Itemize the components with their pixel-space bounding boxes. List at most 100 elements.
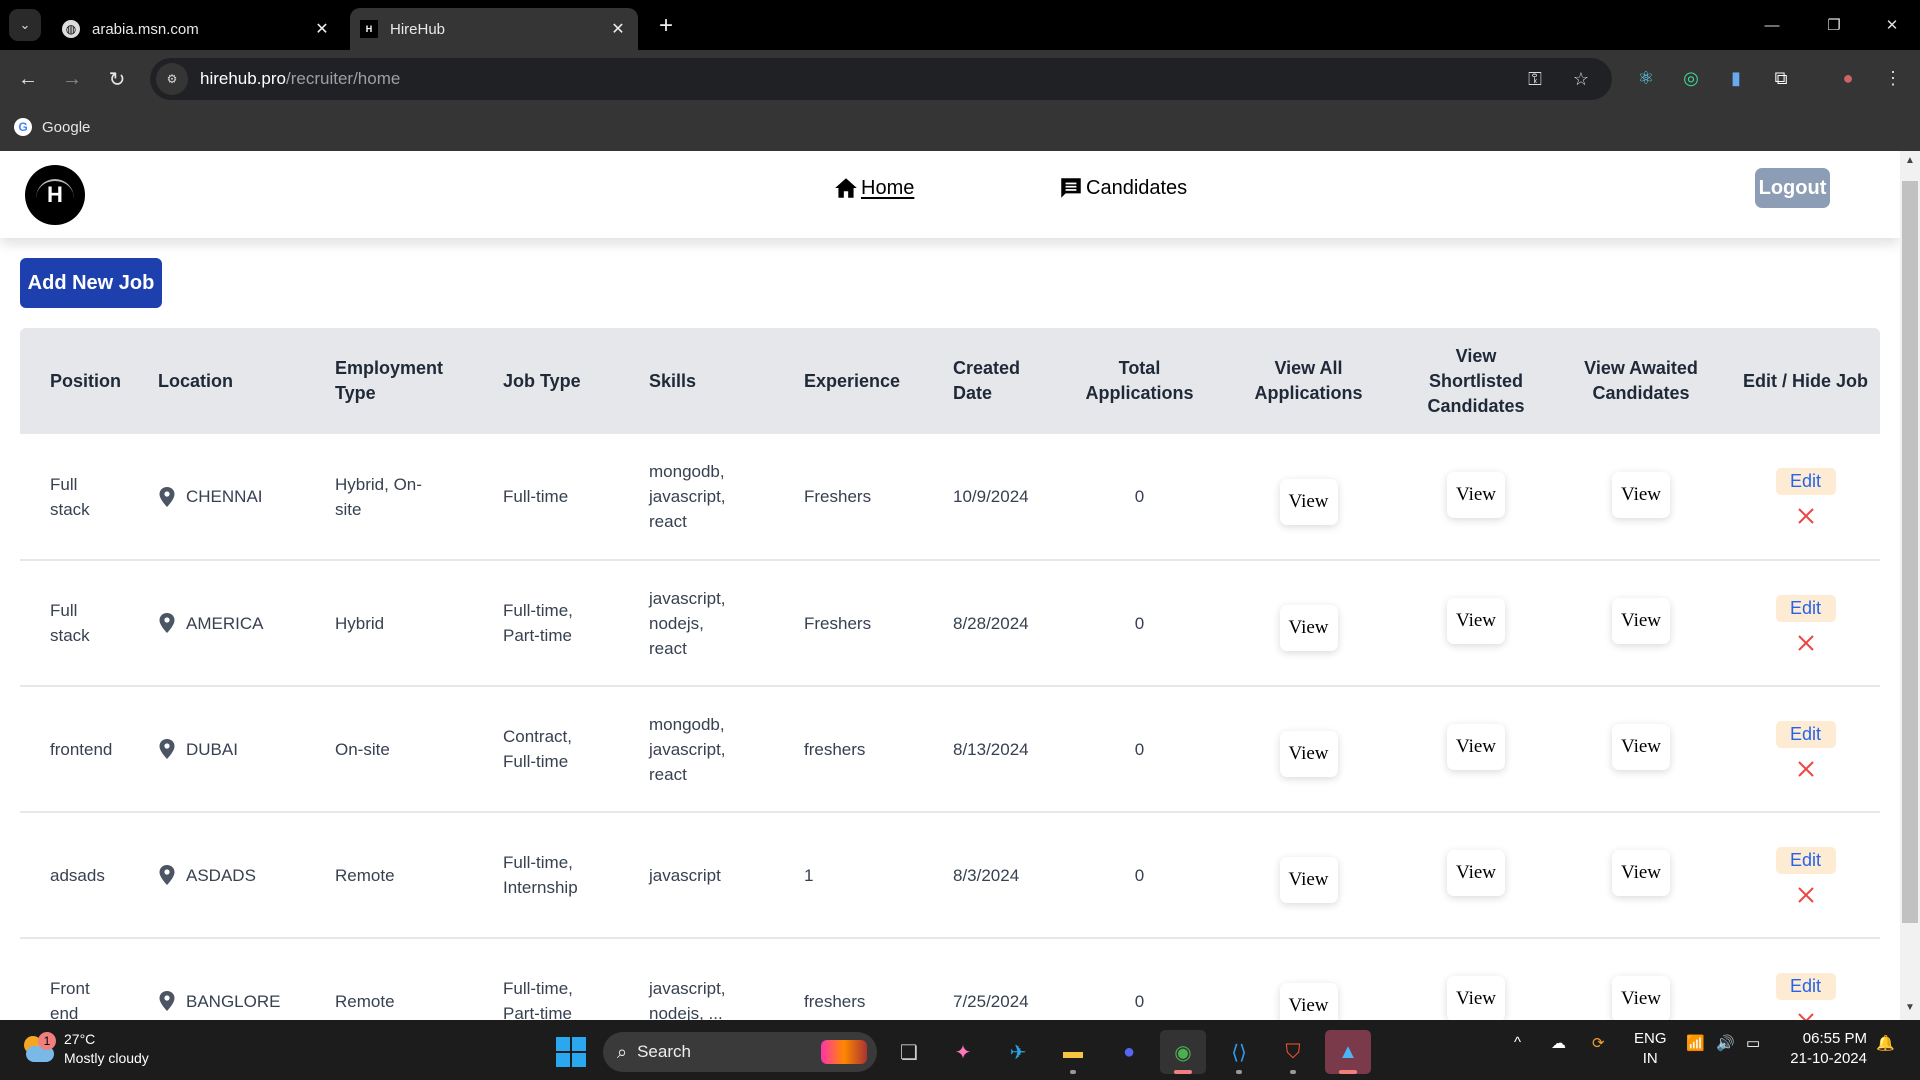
view-shortlisted-button[interactable]: View [1447,724,1505,770]
password-key-icon[interactable]: ⚿ [1520,64,1550,94]
browser-toolbar: ← → ↻ ⚙ hirehub.pro/recruiter/home ⚿ ☆ ⚛… [0,50,1920,108]
view-all-applications-button[interactable]: View [1279,605,1338,651]
sync-icon[interactable]: ⟳ [1592,1034,1605,1052]
cell-position: frontend [20,686,148,813]
battery-icon[interactable]: ▭ [1746,1034,1760,1052]
col-edit-hide: Edit / Hide Job [1742,370,1868,391]
close-window-button[interactable]: ✕ [1872,10,1912,40]
view-awaited-button[interactable]: View [1612,724,1670,770]
clock[interactable]: 06:55 PM 21-10-2024 [1775,1029,1867,1069]
new-tab-button[interactable]: + [652,12,680,40]
hirehub-logo[interactable]: H [25,165,85,225]
tray-overflow-icon[interactable]: ^ [1514,1034,1521,1051]
view-shortlisted-button[interactable]: View [1447,850,1505,896]
cell-location: AMERICA [148,560,325,687]
page-scrollbar[interactable]: ▲ ▼ [1900,151,1920,1020]
weather-widget[interactable]: 1 27°C Mostly cloudy [22,1030,149,1068]
edit-job-button[interactable]: Edit [1775,594,1836,622]
add-new-job-button[interactable]: Add New Job [20,258,162,308]
cell-total-applications: 0 [1063,812,1216,939]
react-devtools-icon[interactable]: ⚛ [1631,63,1661,93]
forward-button[interactable]: → [56,63,88,95]
nav-home-link[interactable]: Home [833,175,914,201]
search-icon: ⌕ [617,1041,628,1062]
cell-job-type: Full-time, Internship [493,812,639,939]
windows-start-icon[interactable] [556,1037,586,1067]
address-bar[interactable]: ⚙ hirehub.pro/recruiter/home ⚿ ☆ [150,58,1612,100]
site-info-icon[interactable]: ⚙ [156,63,188,95]
cell-employment-type: On-site [325,686,493,813]
chrome-menu-icon[interactable]: ⋮ [1878,63,1908,93]
hide-job-x-icon[interactable] [1797,634,1815,652]
discord-icon[interactable]: ● [1106,1030,1152,1074]
wifi-icon[interactable]: 📶 [1686,1034,1705,1052]
photos-icon[interactable]: ▲ [1325,1030,1371,1074]
cell-position: Front end [20,938,148,1020]
nav-candidates-link[interactable]: Candidates [1058,175,1187,201]
hide-job-x-icon[interactable] [1797,507,1815,525]
url-text[interactable]: hirehub.pro/recruiter/home [200,69,400,89]
cell-employment-type: Hybrid [325,560,493,687]
hide-job-x-icon[interactable] [1797,760,1815,778]
bookmark-google[interactable]: G Google [14,118,90,136]
cell-created-date: 7/25/2024 [943,938,1063,1020]
edit-job-button[interactable]: Edit [1775,846,1836,874]
copilot-icon[interactable]: ✦ [940,1030,986,1074]
close-tab-icon[interactable]: ✕ [606,17,630,41]
edit-job-button[interactable]: Edit [1775,972,1836,1000]
cell-location: ASDADS [148,812,325,939]
back-button[interactable]: ← [12,63,44,95]
home-icon [835,178,857,198]
extensions-puzzle-icon[interactable]: ⧉ [1766,63,1796,93]
extension-target-icon[interactable]: ◎ [1676,63,1706,93]
view-shortlisted-button[interactable]: View [1447,598,1505,644]
view-awaited-button[interactable]: View [1612,850,1670,896]
hide-job-x-icon[interactable] [1797,1012,1815,1021]
tab-hirehub[interactable]: H HireHub ✕ [350,8,638,50]
view-all-applications-button[interactable]: View [1279,731,1338,777]
telegram-icon[interactable]: ✈ [995,1030,1041,1074]
reload-button[interactable]: ↻ [101,63,133,95]
minimize-button[interactable]: — [1752,10,1792,40]
location-pin-icon [159,613,175,633]
brave-icon[interactable]: ⛉ [1270,1030,1316,1074]
view-awaited-button[interactable]: View [1612,471,1670,518]
profile-avatar[interactable]: ● [1833,63,1863,93]
table-row: Full stack AMERICA Hybrid Full-time, Par… [20,560,1880,687]
bookmark-star-icon[interactable]: ☆ [1566,64,1596,94]
scrollbar-thumb[interactable] [1902,181,1918,923]
language-indicator[interactable]: ENG IN [1634,1029,1667,1069]
scroll-up-arrow[interactable]: ▲ [1904,155,1916,171]
file-explorer-icon[interactable]: ▬ [1050,1030,1096,1074]
volume-icon[interactable]: 🔊 [1716,1034,1735,1052]
close-tab-icon[interactable]: ✕ [310,17,334,41]
onedrive-icon[interactable]: ☁ [1551,1034,1566,1052]
view-awaited-button[interactable]: View [1612,976,1670,1020]
tab-msn[interactable]: ◍ arabia.msn.com ✕ [52,8,342,50]
edit-job-button[interactable]: Edit [1775,720,1836,748]
view-shortlisted-button[interactable]: View [1447,976,1505,1020]
view-all-applications-button[interactable]: View [1279,983,1338,1020]
extension-docs-icon[interactable]: ▮ [1721,63,1751,93]
edit-job-button[interactable]: Edit [1775,468,1836,495]
scroll-down-arrow[interactable]: ▼ [1904,1002,1916,1018]
view-awaited-button[interactable]: View [1612,598,1670,644]
message-icon [1061,178,1081,198]
cell-skills: mongodb, javascript, react [639,434,794,561]
chrome-taskbar-icon[interactable]: ◉ [1160,1030,1206,1074]
col-total-applications: Total Applications [1085,358,1194,403]
cell-job-type: Full-time, Part-time [493,938,639,1020]
logout-button[interactable]: Logout [1755,168,1830,208]
restore-button[interactable]: ❐ [1814,10,1854,40]
hide-job-x-icon[interactable] [1797,886,1815,904]
tab-search-button[interactable]: ⌄ [9,9,41,41]
taskbar-search[interactable]: ⌕ Search [603,1032,877,1072]
task-view-icon[interactable]: ❏ [886,1030,932,1074]
view-all-applications-button[interactable]: View [1279,857,1338,903]
notifications-bell-icon[interactable]: 🔔 [1876,1034,1895,1052]
google-icon: G [14,118,32,136]
view-shortlisted-button[interactable]: View [1447,471,1505,518]
cell-job-type: Full-time [493,434,639,561]
vscode-icon[interactable]: ⟨⟩ [1216,1030,1262,1074]
view-all-applications-button[interactable]: View [1279,478,1338,525]
